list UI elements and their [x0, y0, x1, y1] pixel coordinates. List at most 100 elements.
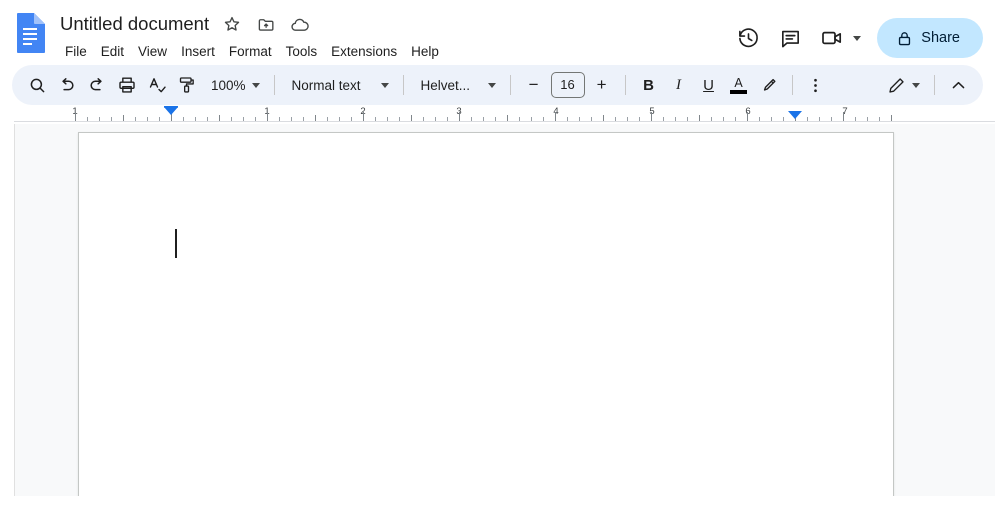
toolbar-divider [402, 75, 404, 95]
meet-button[interactable] [812, 18, 865, 58]
edit-pencil-icon [887, 76, 906, 95]
bold-button[interactable]: B [634, 70, 664, 100]
collapse-toolbar-button[interactable] [943, 70, 973, 100]
horizontal-ruler[interactable]: 11234567 [14, 106, 995, 124]
zoom-level-dropdown[interactable]: 100% [202, 70, 266, 100]
document-title[interactable]: Untitled document [58, 11, 211, 37]
ruler-tick [711, 117, 712, 121]
menu-item-insert[interactable]: Insert [174, 41, 222, 63]
text-caret [175, 229, 177, 258]
ruler-tick [123, 115, 124, 121]
ruler-tick [615, 117, 616, 121]
document-page[interactable] [78, 132, 894, 496]
highlight-pen-icon[interactable] [754, 70, 784, 100]
ruler-tick [759, 117, 760, 121]
text-color-swatch [730, 89, 748, 94]
ruler-tick [111, 117, 112, 121]
more-vertical-icon[interactable] [801, 70, 831, 100]
text-color-letter: A [734, 75, 743, 90]
move-to-folder-icon[interactable] [253, 11, 279, 37]
ruler-tick [783, 117, 784, 121]
text-color-button[interactable]: A [724, 70, 754, 100]
cloud-saved-icon[interactable] [287, 11, 313, 37]
chevron-down-icon[interactable] [853, 35, 862, 41]
ruler-tick [159, 117, 160, 121]
header-actions: Share [728, 18, 983, 58]
edit-mode-dropdown[interactable] [878, 70, 926, 100]
ruler-tick [735, 117, 736, 121]
video-camera-icon[interactable] [812, 18, 852, 58]
star-icon[interactable] [219, 11, 245, 37]
chevron-down-icon [251, 82, 260, 88]
ruler-tick [579, 117, 580, 121]
ruler-tick [663, 117, 664, 121]
ruler-tick [471, 117, 472, 121]
google-docs-icon[interactable] [14, 12, 46, 54]
ruler-tick [99, 117, 100, 121]
paint-format-icon[interactable] [172, 70, 202, 100]
ruler-tick [699, 115, 700, 121]
right-margin-marker[interactable] [788, 111, 802, 119]
redo-icon[interactable] [82, 70, 112, 100]
main-toolbar: 100% Normal text Helvet... − 16 + B I U … [12, 65, 983, 105]
menu-item-view[interactable]: View [131, 41, 174, 63]
ruler-tick [195, 117, 196, 121]
italic-button[interactable]: I [664, 70, 694, 100]
print-icon[interactable] [112, 70, 142, 100]
zoom-level-value: 100% [211, 77, 246, 93]
ruler-tick [771, 117, 772, 121]
version-history-icon[interactable] [728, 18, 768, 58]
ruler-tick [423, 117, 424, 121]
menu-item-extensions[interactable]: Extensions [324, 41, 404, 63]
document-canvas: 112 [14, 124, 995, 496]
menu-item-help[interactable]: Help [404, 41, 446, 63]
ruler-tick [591, 117, 592, 121]
menu-bar: File Edit View Insert Format Tools Exten… [58, 41, 728, 63]
spellcheck-icon[interactable] [142, 70, 172, 100]
undo-icon[interactable] [52, 70, 82, 100]
lock-icon [896, 30, 913, 47]
search-icon[interactable] [22, 70, 52, 100]
paragraph-style-dropdown[interactable]: Normal text [283, 70, 395, 100]
ruler-tick [495, 117, 496, 121]
ruler-tick [351, 117, 352, 121]
ruler-tick [867, 117, 868, 121]
ruler-tick [315, 115, 316, 121]
menu-item-format[interactable]: Format [222, 41, 279, 63]
ruler-tick [723, 117, 724, 121]
comment-icon[interactable] [770, 18, 810, 58]
chevron-up-icon [949, 76, 968, 95]
underline-button[interactable]: U [694, 70, 724, 100]
font-size-decrease-button[interactable]: − [519, 70, 549, 100]
share-button[interactable]: Share [877, 18, 983, 58]
menu-item-tools[interactable]: Tools [279, 41, 325, 63]
ruler-tick [135, 117, 136, 121]
ruler-tick [303, 117, 304, 121]
font-family-dropdown[interactable]: Helvet... [412, 70, 502, 100]
font-size-input[interactable]: 16 [550, 72, 585, 98]
menu-item-file[interactable]: File [58, 41, 94, 63]
font-size-increase-button[interactable]: + [587, 70, 617, 100]
ruler-tick [255, 117, 256, 121]
ruler-tick [567, 117, 568, 121]
toolbar-divider [624, 75, 626, 95]
chevron-down-icon [487, 82, 496, 88]
ruler-tick [531, 117, 532, 121]
ruler-tick [327, 117, 328, 121]
toolbar-divider [273, 75, 275, 95]
ruler-tick [279, 117, 280, 121]
ruler-tick [807, 117, 808, 121]
ruler-tick [339, 117, 340, 121]
ruler-tick [639, 117, 640, 121]
ruler-tick [267, 112, 268, 121]
menu-item-edit[interactable]: Edit [94, 41, 131, 63]
title-row: Untitled document [58, 10, 728, 38]
ruler-baseline [14, 121, 995, 122]
app-header: Untitled document File Edit View Insert … [0, 0, 995, 64]
vertical-ruler[interactable]: 112 [14, 124, 15, 496]
paragraph-style-value: Normal text [291, 77, 361, 93]
chevron-down-icon [912, 82, 920, 88]
font-size-stepper: − 16 + [519, 70, 617, 100]
toolbar-divider [509, 75, 511, 95]
first-line-indent-marker[interactable] [164, 107, 178, 115]
